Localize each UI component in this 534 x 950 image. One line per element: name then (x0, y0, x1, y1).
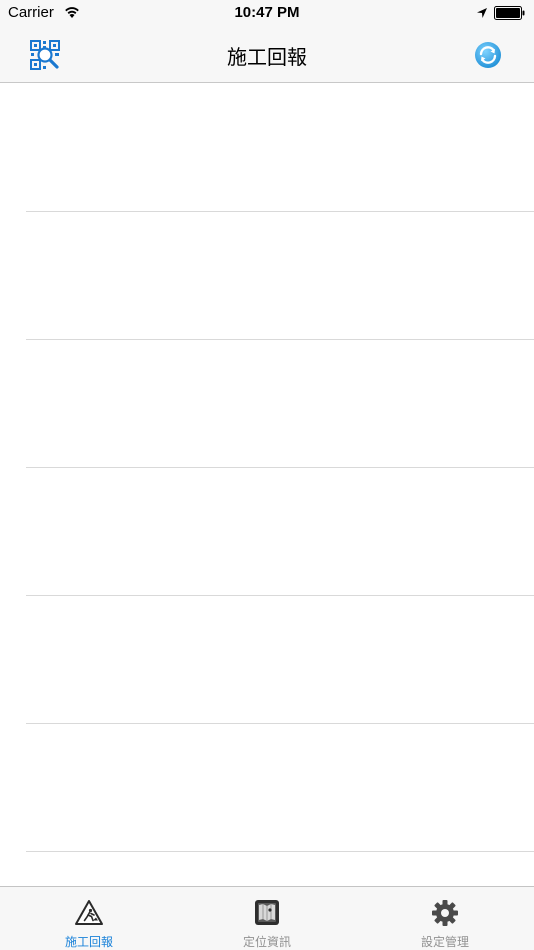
list-item[interactable] (0, 724, 534, 852)
list-item[interactable] (0, 212, 534, 340)
tab-bar: 施工回報 定位資訊 設定管理 (0, 886, 534, 950)
tab-settings[interactable]: 設定管理 (356, 887, 534, 950)
row-separator (26, 851, 534, 852)
gear-icon (432, 900, 458, 926)
status-bar: Carrier 10:47 PM (0, 0, 534, 28)
list-item[interactable] (0, 340, 534, 468)
list-item[interactable] (0, 468, 534, 596)
tab-location-info[interactable]: 定位資訊 (178, 887, 356, 950)
tab-label: 設定管理 (420, 935, 469, 949)
battery-icon (494, 6, 525, 20)
location-arrow-icon (477, 8, 487, 18)
list-item[interactable] (0, 84, 534, 212)
navigation-bar: 施工回報 (0, 28, 534, 83)
refresh-icon[interactable] (474, 41, 502, 69)
tab-label: 定位資訊 (242, 935, 291, 949)
clock: 10:47 PM (234, 4, 300, 21)
page-title: 施工回報 (227, 45, 307, 69)
tab-construction-report[interactable]: 施工回報 (0, 887, 178, 950)
tab-label: 施工回報 (64, 935, 113, 949)
report-list (0, 84, 534, 886)
construction-sign-icon (75, 900, 103, 925)
map-book-icon (255, 900, 279, 925)
list-item[interactable] (0, 596, 534, 724)
